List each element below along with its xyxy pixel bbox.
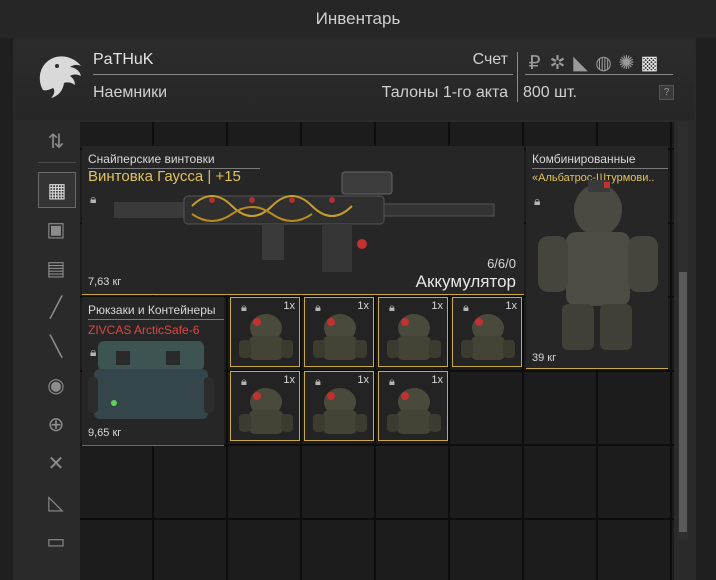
item-count: 1x — [431, 300, 443, 312]
lock-icon: 🔒︎ — [90, 192, 97, 206]
armor-image — [538, 180, 658, 350]
splat-icon[interactable]: ✺ — [617, 52, 636, 75]
medkit-icon: ⊕ — [47, 413, 65, 436]
item-count: 1x — [505, 300, 517, 312]
category-underline — [88, 319, 224, 320]
item-weight: 39 кг — [532, 352, 557, 364]
badge-icon[interactable]: ▩ — [640, 52, 659, 75]
filter-grenade-button[interactable]: ◉ — [38, 368, 74, 402]
filter-rifle-button[interactable]: ╱ — [38, 290, 74, 324]
header-divider — [93, 74, 513, 75]
lock-icon: 🔒︎ — [389, 302, 395, 314]
item-small-armor[interactable]: 🔒︎ 1x — [378, 371, 448, 441]
inventory-header: PaTHuK Наемники Счет Талоны 1-го акта ₽ … — [15, 40, 694, 120]
item-small-armor[interactable]: 🔒︎ 1x — [452, 297, 522, 367]
filter-medkit-button[interactable]: ⊕ — [38, 407, 74, 441]
lock-icon: 🔒︎ — [241, 302, 247, 314]
sort-icon: ⇅ — [47, 130, 65, 153]
gear-bolt-icon[interactable]: ✲ — [548, 52, 567, 75]
compass-icon[interactable]: ◍ — [594, 52, 613, 75]
filter-backpack-button[interactable]: ▤ — [38, 251, 74, 285]
item-count: 1x — [357, 300, 369, 312]
item-count: 1x — [357, 374, 369, 386]
item-albatros-armor[interactable]: Комбинированные «Альбатрос-Штурмови.. 🔒︎… — [526, 146, 668, 369]
header-vertical-divider — [517, 52, 518, 102]
item-small-armor[interactable]: 🔒︎ 1x — [378, 297, 448, 367]
backpack-icon: ▤ — [46, 257, 66, 280]
boot-icon[interactable]: ◣ — [571, 52, 590, 75]
vest-icon: ▣ — [46, 218, 66, 241]
lock-icon: 🔒︎ — [315, 376, 321, 388]
filter-armor-button[interactable]: ▣ — [38, 212, 74, 246]
eagle-logo-icon — [39, 56, 81, 98]
item-gauss-rifle[interactable]: Снайперские винтовки Винтовка Гаусса | +… — [82, 146, 524, 295]
filter-pistol-button[interactable]: ╲ — [38, 329, 74, 363]
item-weight: 9,65 кг — [88, 427, 122, 439]
filter-tools-button[interactable]: ✕ — [38, 446, 74, 480]
filter-all-button[interactable]: ▦ — [38, 172, 76, 208]
lock-icon: 🔒︎ — [389, 376, 395, 388]
help-button[interactable]: ? — [659, 85, 674, 100]
ammo-type: Аккумулятор — [415, 272, 516, 291]
item-count: 1x — [283, 300, 295, 312]
sort-button[interactable]: ⇅ — [38, 124, 74, 158]
lock-icon: 🔒︎ — [315, 302, 321, 314]
currency-divider — [525, 74, 673, 75]
faction-name: Наемники — [93, 84, 168, 101]
lock-icon: 🔒︎ — [463, 302, 469, 314]
window-title: Инвентарь — [0, 0, 716, 38]
item-zivcas-container[interactable]: Рюкзаки и Контейнеры ZIVCAS ArcticSafe-6… — [82, 297, 224, 446]
container-image — [88, 341, 214, 419]
filter-misc-button[interactable]: ◺ — [38, 485, 74, 519]
item-weight: 7,63 кг — [88, 276, 122, 288]
item-small-armor[interactable]: 🔒︎ 1x — [230, 297, 300, 367]
item-category: Снайперские винтовки — [88, 152, 215, 166]
item-category: Рюкзаки и Контейнеры — [88, 303, 216, 317]
inventory-scrollbar[interactable] — [678, 122, 688, 540]
coupons-amount: 800 шт. — [523, 84, 577, 101]
pistol-icon: ╲ — [49, 335, 63, 358]
gauss-rifle-image — [114, 171, 495, 272]
box-icon: ▭ — [46, 530, 66, 553]
currency-icons: ₽ ✲ ◣ ◍ ✺ ▩ — [525, 50, 659, 76]
score-label: Счет — [472, 51, 508, 68]
item-small-armor[interactable]: 🔒︎ 1x — [230, 371, 300, 441]
item-small-armor[interactable]: 🔒︎ 1x — [304, 371, 374, 441]
lock-icon: 🔒︎ — [241, 376, 247, 388]
user-name: PaTHuK — [93, 51, 154, 68]
ammo-count: 6/6/0 — [487, 256, 516, 271]
grid-all-icon: ▦ — [47, 179, 67, 202]
filter-box-button[interactable]: ▭ — [38, 524, 74, 558]
scrollbar-thumb[interactable] — [679, 272, 687, 532]
item-small-armor[interactable]: 🔒︎ 1x — [304, 297, 374, 367]
ruler-icon: ◺ — [48, 491, 64, 514]
category-sidebar: ⇅ ▦ ▣ ▤ ╱ ╲ ◉ ⊕ ✕ ◺ ▭ — [38, 122, 76, 562]
coupons-label: Талоны 1-го акта — [381, 84, 508, 101]
sidebar-divider — [38, 162, 76, 163]
item-count: 1x — [431, 374, 443, 386]
item-category: Комбинированные — [532, 152, 636, 166]
tools-icon: ✕ — [47, 452, 65, 475]
grenade-icon: ◉ — [47, 374, 65, 397]
category-underline — [532, 168, 668, 169]
ruble-icon[interactable]: ₽ — [525, 52, 544, 75]
item-count: 1x — [283, 374, 295, 386]
rifle-icon: ╱ — [49, 296, 63, 319]
